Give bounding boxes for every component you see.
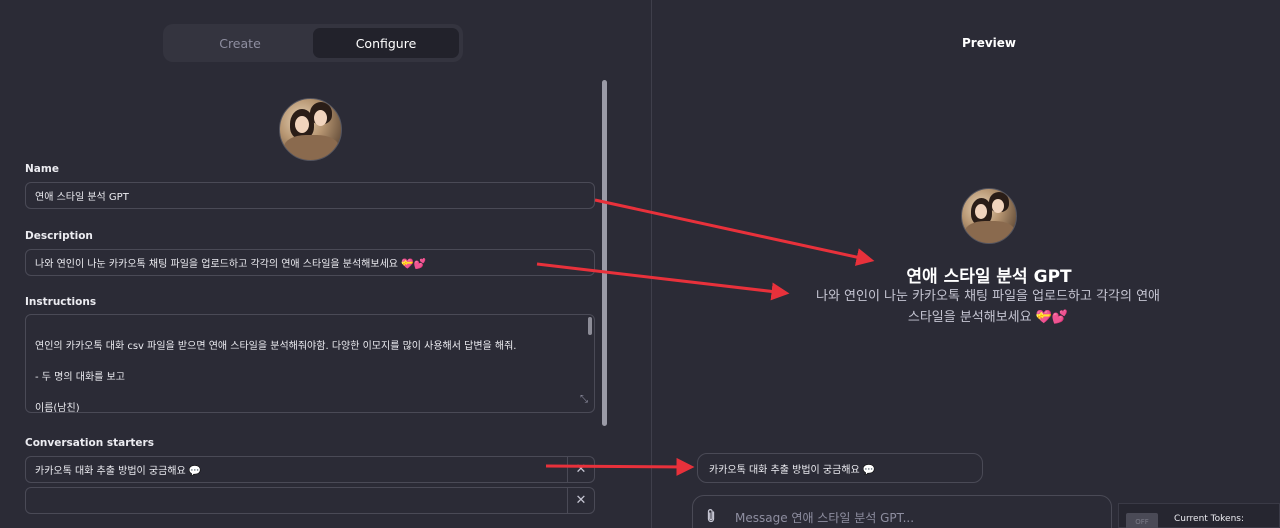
tab-create[interactable]: Create [167, 28, 313, 58]
name-label: Name [25, 163, 59, 175]
starter-row: 카카오톡 대화 추출 방법이 궁금해요 💬 ✕ [25, 456, 595, 483]
conversation-starters-label: Conversation starters [25, 437, 154, 449]
preview-title: Preview [961, 36, 1016, 50]
message-placeholder: Message 연애 스타일 분석 GPT... [735, 511, 915, 525]
starter-row: ✕ [25, 487, 595, 514]
description-input[interactable]: 나와 연인이 나눈 카카오톡 채팅 파일을 업로드하고 각각의 연애 스타일을 … [25, 249, 595, 276]
starter-input[interactable] [25, 487, 568, 514]
gpt-avatar [961, 188, 1017, 244]
gpt-builder-screen: Create Configure Name 연애 스타일 분석 GPT Desc… [0, 0, 1280, 528]
description-label: Description [25, 230, 93, 242]
paperclip-icon[interactable] [705, 508, 727, 528]
message-composer[interactable]: Message 연애 스타일 분석 GPT... [692, 495, 1112, 528]
instructions-textarea[interactable]: 연인의 카카오톡 대화 csv 파일을 받으면 연애 스타일을 분석해줘야함. … [25, 314, 595, 413]
instructions-label: Instructions [25, 296, 97, 308]
name-input[interactable]: 연애 스타일 분석 GPT [25, 182, 595, 209]
token-counter-widget: OFF Current Tokens: [1118, 503, 1280, 528]
starter-input[interactable]: 카카오톡 대화 추출 방법이 궁금해요 💬 [25, 456, 568, 483]
resize-handle-icon[interactable]: ⤡ [580, 392, 588, 408]
token-toggle[interactable]: OFF [1126, 513, 1158, 528]
mode-tabs: Create Configure [163, 24, 463, 62]
instructions-text: 연인의 카카오톡 대화 csv 파일을 받으면 연애 스타일을 분석해줘야함. … [35, 340, 517, 413]
tab-configure[interactable]: Configure [313, 28, 459, 58]
panel-scrollbar[interactable] [602, 80, 607, 426]
preview-gpt-description: 나와 연인이 나눈 카카오톡 채팅 파일을 업로드하고 각각의 연애 스타일을 … [815, 289, 1161, 325]
instructions-scrollbar[interactable] [588, 317, 592, 335]
gpt-avatar-upload[interactable] [279, 98, 342, 161]
preview-gpt-name: 연애 스타일 분석 GPT [906, 267, 1072, 287]
configure-panel: Create Configure Name 연애 스타일 분석 GPT Desc… [0, 0, 651, 528]
current-tokens-label: Current Tokens: [1174, 514, 1244, 524]
remove-starter-icon[interactable]: ✕ [568, 456, 595, 483]
preview-starter-chip[interactable]: 카카오톡 대화 추출 방법이 궁금해요 💬 [697, 453, 983, 483]
remove-starter-icon[interactable]: ✕ [568, 487, 595, 514]
